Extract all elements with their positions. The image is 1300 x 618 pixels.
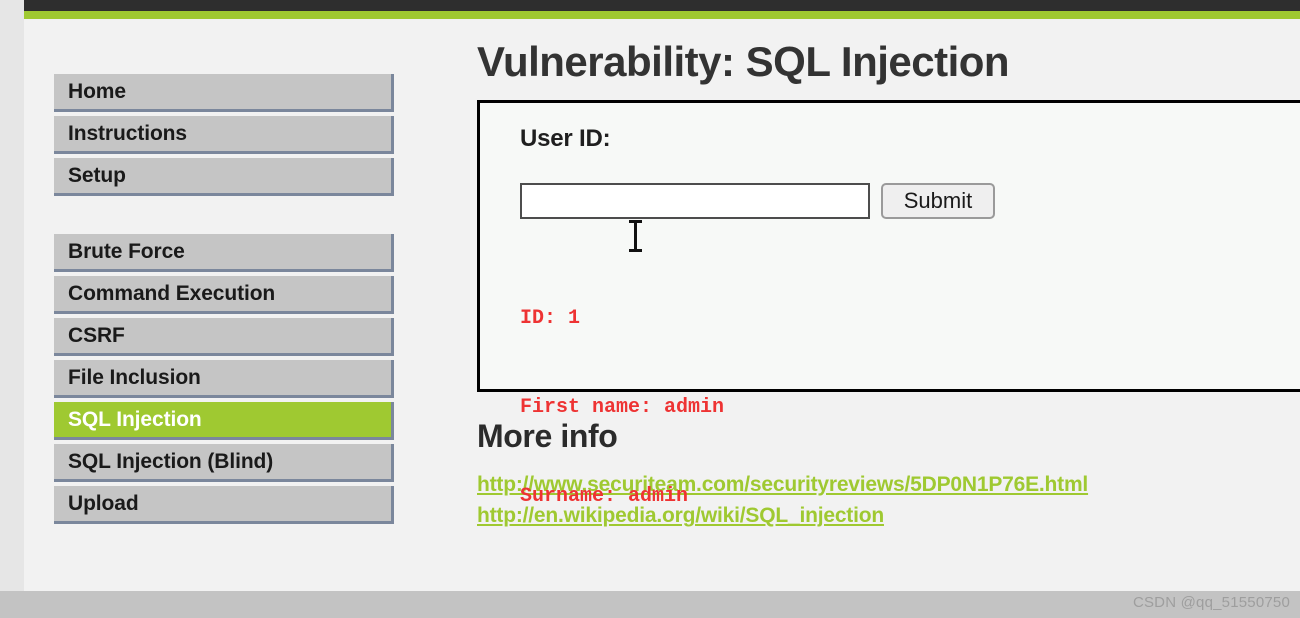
result-surname-line: Surname: admin xyxy=(520,484,689,508)
vulnerability-panel: User ID: Submit ID: 1 First name: admin … xyxy=(477,100,1300,508)
top-green-accent-bar xyxy=(24,11,1300,19)
sidebar-item-label: SQL Injection xyxy=(68,408,202,431)
sidebar-group-divider xyxy=(54,200,394,234)
sidebar-item-sql-injection[interactable]: SQL Injection xyxy=(54,402,394,440)
sidebar-item-label: Brute Force xyxy=(68,240,185,263)
user-id-input[interactable] xyxy=(520,183,870,220)
sidebar-item-label: SQL Injection (Blind) xyxy=(68,450,274,473)
sidebar-item-label: Setup xyxy=(68,164,126,187)
sidebar-item-label: Instructions xyxy=(68,122,187,145)
page-title: Vulnerability: SQL Injection xyxy=(477,38,1010,85)
result-id-line: ID: 1 xyxy=(520,307,581,331)
sidebar-item-sql-injection-blind[interactable]: SQL Injection (Blind) xyxy=(54,444,394,482)
submit-button[interactable]: Submit xyxy=(881,183,995,220)
sidebar-item-command-execution[interactable]: Command Execution xyxy=(54,276,394,314)
main-content: Vulnerability: SQL Injection User ID: Su… xyxy=(477,38,1300,531)
sidebar-item-label: Command Execution xyxy=(68,282,276,305)
sidebar-nav: Home Instructions Setup Brute Force Comm… xyxy=(54,74,394,528)
browser-page: Home Instructions Setup Brute Force Comm… xyxy=(0,0,1300,618)
sidebar-item-upload[interactable]: Upload xyxy=(54,486,394,524)
sidebar-item-label: CSRF xyxy=(68,324,125,347)
sidebar-item-label: Home xyxy=(68,80,126,103)
sidebar-item-label: File Inclusion xyxy=(68,366,201,389)
bottom-gray-band xyxy=(0,591,1300,618)
watermark-text: CSDN @qq_51550750 xyxy=(1132,594,1290,611)
left-margin-strip xyxy=(0,0,24,591)
sidebar-item-home[interactable]: Home xyxy=(54,74,394,112)
sidebar-item-file-inclusion[interactable]: File Inclusion xyxy=(54,360,394,398)
user-id-form: Submit xyxy=(520,183,1300,220)
sidebar-item-label: Upload xyxy=(68,492,139,515)
sidebar-item-csrf[interactable]: CSRF xyxy=(54,318,394,356)
result-first-name-line: First name: admin xyxy=(520,396,725,420)
top-dark-bar xyxy=(24,0,1300,11)
sidebar-item-instructions[interactable]: Instructions xyxy=(54,116,394,154)
query-result: ID: 1 First name: admin Surname: admin xyxy=(520,245,1300,571)
sidebar-item-brute-force[interactable]: Brute Force xyxy=(54,234,394,272)
user-id-label: User ID: xyxy=(520,125,611,153)
sidebar-item-setup[interactable]: Setup xyxy=(54,158,394,196)
